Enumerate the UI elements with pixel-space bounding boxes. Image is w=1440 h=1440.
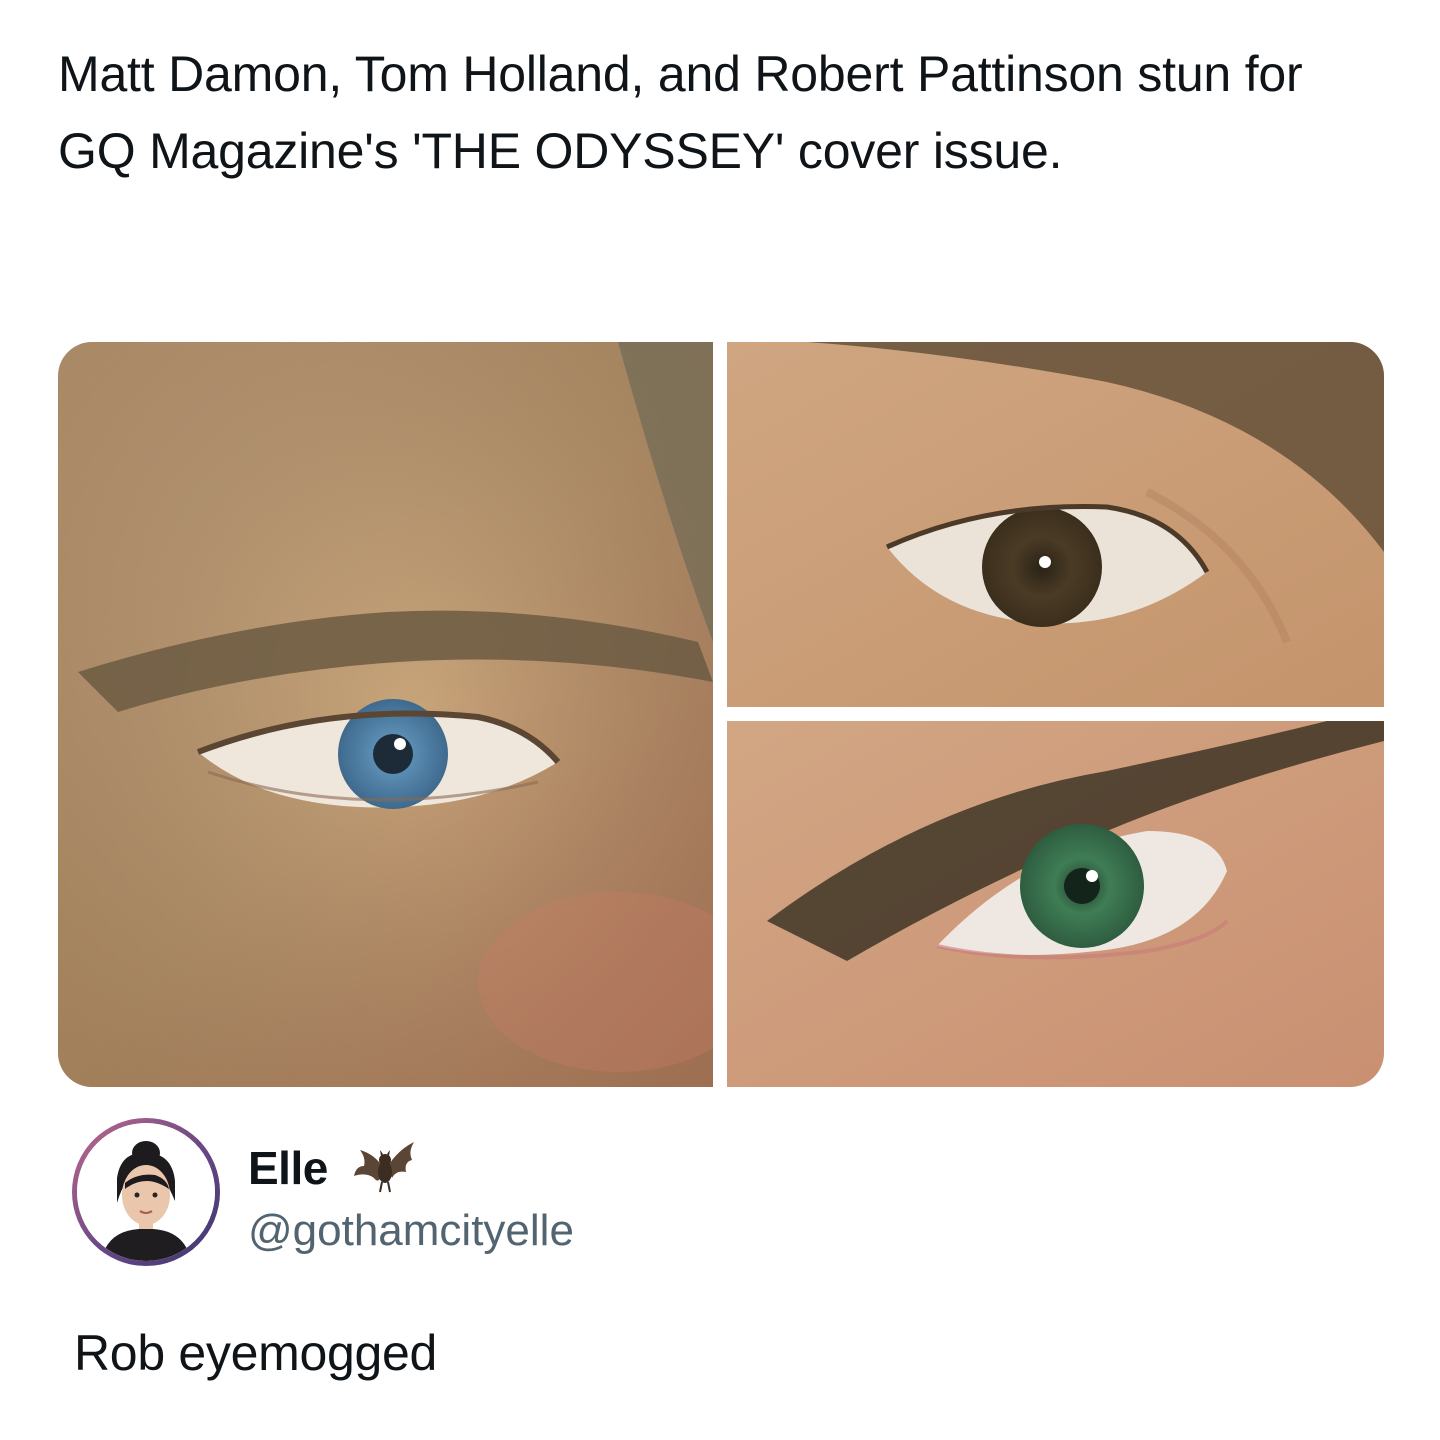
author-row[interactable]: Elle @gothamcityelle bbox=[72, 1118, 772, 1268]
display-name[interactable]: Elle bbox=[248, 1138, 328, 1198]
brown-eye-photo[interactable] bbox=[727, 342, 1384, 707]
bat-icon bbox=[352, 1136, 418, 1198]
avatar[interactable] bbox=[72, 1118, 220, 1266]
green-eye-photo[interactable] bbox=[727, 721, 1384, 1087]
quoted-post-text: Matt Damon, Tom Holland, and Robert Patt… bbox=[58, 46, 1303, 179]
author-handle[interactable]: @gothamcityelle bbox=[248, 1202, 574, 1260]
media-grid[interactable] bbox=[58, 342, 1384, 1087]
avatar-illustration bbox=[77, 1123, 215, 1261]
reply-text: Rob eyemogged bbox=[74, 1325, 438, 1381]
blue-eye-photo[interactable] bbox=[58, 342, 713, 1087]
